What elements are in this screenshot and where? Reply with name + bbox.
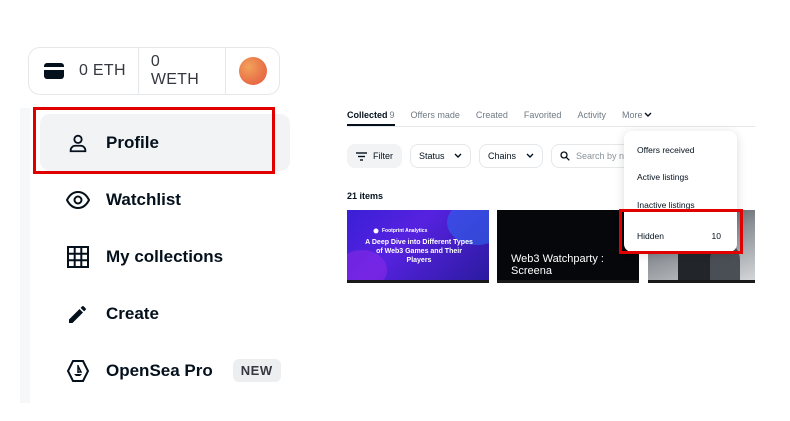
- filter-icon: [356, 151, 367, 161]
- tab-more[interactable]: More: [622, 110, 653, 120]
- tab-count: 9: [389, 110, 395, 120]
- menu-item-create[interactable]: Create: [40, 285, 290, 342]
- tab-offers-made[interactable]: Offers made: [411, 110, 460, 120]
- menu-item-my-collections[interactable]: My collections: [40, 228, 290, 285]
- card-title: A Deep Dive into Different Types of Web3…: [365, 239, 473, 264]
- card-brand-text: Footprint Analytics: [382, 228, 428, 234]
- pencil-icon: [66, 302, 90, 326]
- status-dropdown[interactable]: Status: [410, 144, 471, 168]
- dropdown-item-offers-received[interactable]: Offers received: [637, 145, 694, 155]
- nft-card[interactable]: Footprint Analytics A Deep Dive into Dif…: [347, 210, 489, 283]
- menu-item-label: OpenSea Pro: [106, 360, 213, 380]
- filter-toolbar: Filter Status Chains Search by na: [347, 144, 631, 168]
- weth-balance: 0 WETH: [137, 48, 225, 94]
- menu-item-label: Watchlist: [106, 189, 181, 209]
- grid-icon: [66, 245, 90, 269]
- tabs-divider: [347, 126, 755, 127]
- opensea-pro-icon: [66, 359, 90, 383]
- card-title: Web3 Watchparty : Screena: [511, 253, 604, 277]
- chevron-down-icon: [644, 112, 652, 117]
- wallet-balance-bar[interactable]: 0 ETH 0 WETH: [28, 47, 280, 95]
- avatar: [238, 57, 267, 85]
- tab-created[interactable]: Created: [476, 110, 508, 120]
- chevron-down-icon: [454, 153, 462, 158]
- card-footer: [347, 280, 489, 283]
- new-badge: NEW: [232, 359, 281, 382]
- tab-collected[interactable]: Collected 9: [347, 110, 395, 120]
- tab-label: Collected: [347, 110, 388, 120]
- nft-card[interactable]: Web3 Watchparty : Screena: [497, 210, 639, 283]
- menu-item-label: My collections: [106, 246, 224, 266]
- items-count: 21 items: [347, 191, 384, 201]
- tab-favorited[interactable]: Favorited: [524, 110, 562, 120]
- search-input[interactable]: Search by na: [551, 144, 631, 168]
- footprint-logo-icon: [373, 228, 379, 234]
- profile-tabs: Collected 9 Offers made Created Favorited…: [347, 110, 668, 120]
- avatar-button[interactable]: [225, 48, 279, 94]
- card-footer: [648, 280, 755, 283]
- filter-button[interactable]: Filter: [347, 144, 402, 168]
- status-label: Status: [419, 151, 445, 161]
- menu-item-label: Create: [106, 303, 159, 323]
- eth-balance: 0 ETH: [78, 62, 126, 79]
- search-icon: [560, 151, 570, 161]
- wallet-icon: [29, 48, 79, 94]
- filter-label: Filter: [373, 151, 393, 161]
- tab-label: More: [621, 110, 643, 120]
- chains-label: Chains: [488, 151, 517, 161]
- tab-activity[interactable]: Activity: [577, 110, 606, 120]
- dropdown-item-active-listings[interactable]: Active listings: [637, 172, 689, 182]
- eye-icon: [66, 188, 90, 212]
- highlight-box-profile: [33, 107, 275, 174]
- card-footer: [497, 280, 639, 283]
- menu-item-opensea-pro[interactable]: OpenSea Pro NEW: [40, 342, 290, 399]
- chevron-down-icon: [526, 153, 534, 158]
- menu-item-watchlist[interactable]: Watchlist: [40, 171, 290, 228]
- highlight-box-hidden: [619, 209, 743, 254]
- card-brand: Footprint Analytics: [373, 228, 427, 234]
- search-placeholder: Search by na: [576, 151, 630, 161]
- chains-dropdown[interactable]: Chains: [479, 144, 543, 168]
